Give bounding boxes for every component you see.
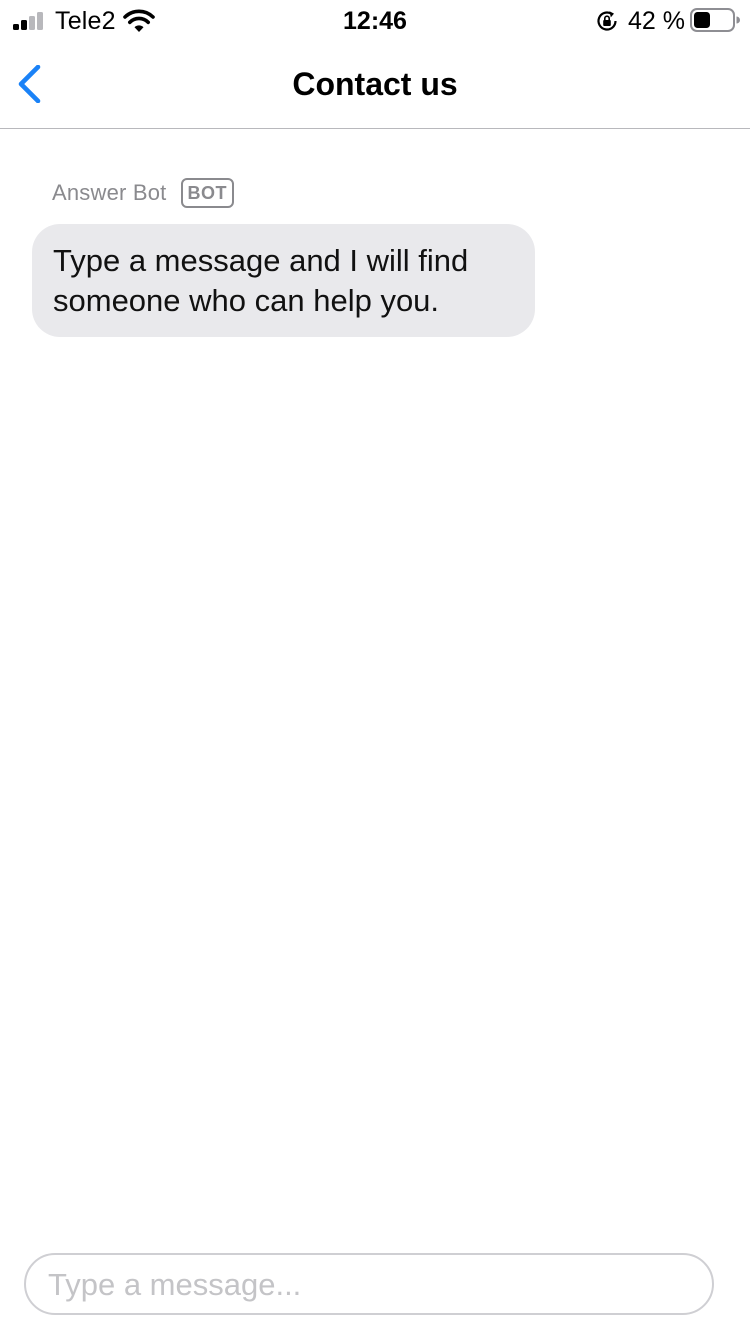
message-sender-row: Answer Bot BOT [52,177,234,209]
nav-bar: Contact us [0,40,750,129]
status-bar: Tele2 12:46 42 % [0,0,750,40]
message-bubble: Type a message and I will find someone w… [32,224,535,337]
battery-icon [690,8,740,32]
contact-us-screen: Tele2 12:46 42 % Contact us Answer Bot B… [0,0,750,1334]
rotation-lock-icon [597,11,617,31]
bot-badge: BOT [180,178,234,208]
page-title: Contact us [292,66,458,102]
sender-name: Answer Bot [52,180,167,205]
message-composer[interactable] [24,1253,714,1315]
battery-percent: 42 % [628,7,685,35]
message-input[interactable] [48,1261,688,1309]
